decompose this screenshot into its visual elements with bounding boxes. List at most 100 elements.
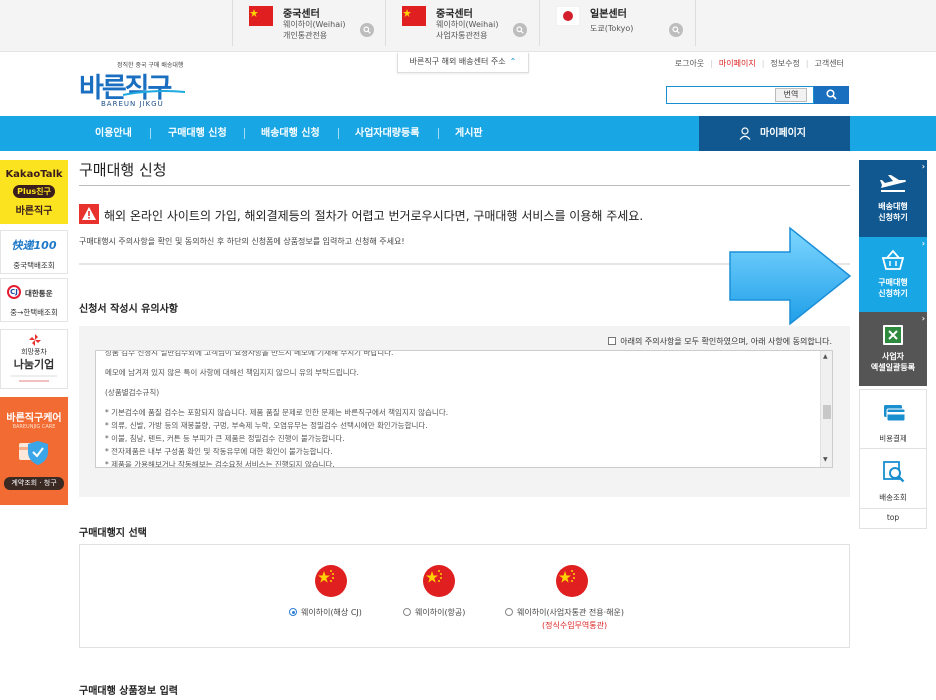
scrollbar[interactable]: ▲ ▼	[820, 351, 832, 467]
kakao-plus-banner[interactable]: KakaoTalk Plus친구 바른직구	[0, 160, 68, 224]
chevron-up-icon: ⌃	[509, 57, 517, 66]
notice-line: * 기본검수에 품질 검수는 포함되지 않습니다. 제품 품질 문제로 인한 문…	[105, 408, 449, 417]
notice-line: * 이불, 침낭, 텐트, 커튼 등 부피가 큰 제품은 정밀검수 진행이 불가…	[105, 434, 345, 443]
center-weihai-personal[interactable]: 중국센터 웨이하이(Weihai) 개인통관전용	[232, 0, 386, 46]
china-flag-icon	[556, 565, 588, 597]
agent-option-air[interactable]: 웨이하이(항공)	[403, 607, 465, 618]
agent-option-label: 웨이하이(사업자통관 전용·해운)	[517, 608, 625, 617]
center-city: 웨이하이(Weihai)	[436, 20, 499, 29]
customer-center-link[interactable]: 고객센터	[815, 59, 844, 68]
quick-purchase-request[interactable]: › 구매대행 신청하기	[859, 237, 927, 312]
agent-option-label: 웨이하이(항공)	[415, 608, 466, 617]
cj-tracking-banner[interactable]: CJ 대한통운 중→한택배조회	[0, 278, 68, 322]
search-icon[interactable]	[360, 23, 374, 37]
nav-guide[interactable]: 이용안내	[95, 116, 132, 151]
radio-air[interactable]	[403, 608, 411, 616]
center-type: 개인통관전용	[283, 31, 328, 40]
quick-tracking-label: 배송조회	[879, 493, 907, 502]
notice-scroll-area[interactable]: 상품 검수 신청시 일반검수외에 고객님이 요청사항을 반드시 메모에 기재해 …	[95, 350, 833, 468]
search-icon	[826, 89, 837, 100]
scroll-down-icon[interactable]: ▼	[823, 456, 828, 463]
quick-payment[interactable]: 비용결제	[859, 389, 927, 449]
kuaidi-tracking-banner[interactable]: 快递100 중국택배조회	[0, 230, 68, 274]
notice-section-title: 신청서 작성시 유의사항	[79, 304, 178, 315]
excel-icon	[883, 325, 903, 345]
center-title: 일본센터	[590, 9, 627, 20]
care-banner-title: 바른직구케어	[6, 413, 62, 424]
agent-option-note: (정식수입무역통관)	[542, 621, 608, 630]
quick-excel-bulk[interactable]: › 사업자 엑셀일괄등록	[859, 312, 927, 386]
nav-business-bulk[interactable]: 사업자대량등록	[355, 116, 419, 151]
nav-purchase-request[interactable]: 구매대행 신청	[168, 116, 227, 151]
quick-shipping-request[interactable]: › 배송대행 신청하기	[859, 160, 927, 237]
agree-checkbox-row[interactable]: 아래의 주의사항을 모두 확인하였으며, 아래 사항에 동의합니다.	[608, 336, 832, 347]
notice-line: 메모에 남겨져 있지 않은 특이 사항에 대해선 책임지지 않으니 유의 부탁드…	[105, 368, 359, 377]
center-type: 사업자통관전용	[436, 31, 488, 40]
agent-section-title: 구매대행지 선택	[79, 528, 147, 539]
arrow-right-icon	[729, 226, 852, 326]
agent-option-sea-cj[interactable]: 웨이하이(해상 CJ)	[289, 607, 362, 618]
instruction-note: 구매대행시 주의사항을 확인 및 동의하신 후 하단의 신청폼에 상품정보를 입…	[79, 237, 405, 246]
tracking-search-icon	[883, 461, 905, 483]
agent-option-label: 웨이하이(해상 CJ)	[301, 608, 362, 617]
radio-business-sea[interactable]	[505, 608, 513, 616]
care-banner-link[interactable]: 계약조회 · 청구	[4, 477, 64, 490]
notice-line: 상품 검수 신청시 일반검수외에 고객님이 요청사항을 반드시 메모에 기재해 …	[105, 350, 394, 357]
mypage-link[interactable]: 마이페이지	[719, 59, 756, 68]
nav-board[interactable]: 게시판	[455, 116, 483, 151]
care-banner[interactable]: 바른직구케어 BAREUNJIG CARE 계약조회 · 청구	[0, 397, 68, 505]
back-to-top-button[interactable]: top	[859, 509, 927, 529]
page-title: 구매대행 신청	[79, 161, 167, 179]
mypage-label: 마이페이지	[760, 128, 806, 139]
notice-line: (상품별검수규칙)	[105, 388, 160, 397]
search-input[interactable]	[667, 87, 772, 103]
chevron-right-icon: ›	[921, 239, 925, 248]
center-tokyo[interactable]: 일본센터 도쿄(Tokyo)	[540, 0, 696, 46]
quick-excel-label: 사업자 엑셀일괄등록	[870, 352, 916, 372]
notice-line: * 의류, 신발, 가방 등의 재봉불량, 구멍, 부속제 누락, 오염유무는 …	[105, 421, 428, 430]
quick-purchase-label: 구매대행 신청하기	[878, 278, 908, 298]
warning-icon	[79, 204, 99, 224]
basket-icon	[881, 250, 905, 270]
radio-sea-cj[interactable]	[289, 608, 297, 616]
product-section-title: 구매대행 상품정보 입력	[79, 686, 178, 697]
scroll-up-icon[interactable]: ▲	[823, 353, 828, 360]
center-city: 도쿄(Tokyo)	[590, 24, 634, 33]
chevron-right-icon: ›	[921, 314, 925, 323]
center-title: 중국센터	[283, 9, 320, 20]
hope-windmill-banner[interactable]: 희망풍차 나눔기업	[0, 329, 68, 389]
utility-nav: 로그아웃 | 마이페이지 | 정보수정 | 고객센터	[674, 59, 844, 68]
notice-text: 상품 검수 신청시 일반검수외에 고객님이 요청사항을 반드시 메모에 기재해 …	[105, 350, 815, 467]
center-weihai-business[interactable]: 중국센터 웨이하이(Weihai) 사업자통관전용	[386, 0, 540, 46]
quick-payment-label: 비용결제	[879, 434, 907, 443]
china-flag-icon	[423, 565, 455, 597]
scrollbar-thumb[interactable]	[823, 405, 831, 419]
logo[interactable]: 정직한 중국 구매 배송대행 바른직구 BAREUN JIKGU	[79, 60, 189, 112]
care-banner-subtitle: BAREUNJIG CARE	[12, 424, 56, 430]
airplane-icon	[880, 175, 906, 192]
notice-panel: 아래의 주의사항을 모두 확인하였으며, 아래 사항에 동의합니다. 상품 검수…	[79, 326, 850, 497]
edit-info-link[interactable]: 정보수정	[770, 59, 799, 68]
address-tab[interactable]: 바른직구 해외 배송센터 주소 ⌃	[397, 53, 529, 73]
agent-select-panel: 웨이하이(해상 CJ) 웨이하이(항공) 웨이하이(사업자통관 전용·해운) (…	[79, 544, 850, 648]
search-button[interactable]	[814, 86, 849, 104]
mypage-button[interactable]: 마이페이지	[699, 116, 850, 151]
cj-label: 중→한택배조회	[10, 308, 58, 317]
kuaidi-logo: 快递100	[11, 239, 57, 252]
nav-shipping-request[interactable]: 배송대행 신청	[261, 116, 320, 151]
search-icon[interactable]	[513, 23, 527, 37]
agent-option-business-sea[interactable]: 웨이하이(사업자통관 전용·해운)	[505, 607, 624, 618]
logout-link[interactable]: 로그아웃	[675, 59, 704, 68]
address-tab-label: 바른직구 해외 배송센터 주소	[409, 57, 506, 66]
translate-button[interactable]: 번역	[775, 88, 807, 102]
main-nav: 이용안내 구매대행 신청 배송대행 신청 사업자대량등록 게시판 마이페이지	[0, 116, 936, 151]
agree-label: 아래의 주의사항을 모두 확인하였으며, 아래 사항에 동의합니다.	[620, 337, 832, 346]
user-icon	[739, 127, 751, 140]
center-bar: 중국센터 웨이하이(Weihai) 개인통관전용 중국센터 웨이하이(Weiha…	[0, 0, 936, 52]
notice-line: * 전자제품은 내부 구성품 확인 및 작동유무에 대한 확인이 불가능합니다.	[105, 447, 333, 456]
search-icon[interactable]	[669, 23, 683, 37]
quick-tracking[interactable]: 배송조회	[859, 449, 927, 509]
quick-shipping-label: 배송대행 신청하기	[878, 202, 908, 222]
china-flag-icon	[315, 565, 347, 597]
agree-checkbox[interactable]	[608, 337, 617, 345]
